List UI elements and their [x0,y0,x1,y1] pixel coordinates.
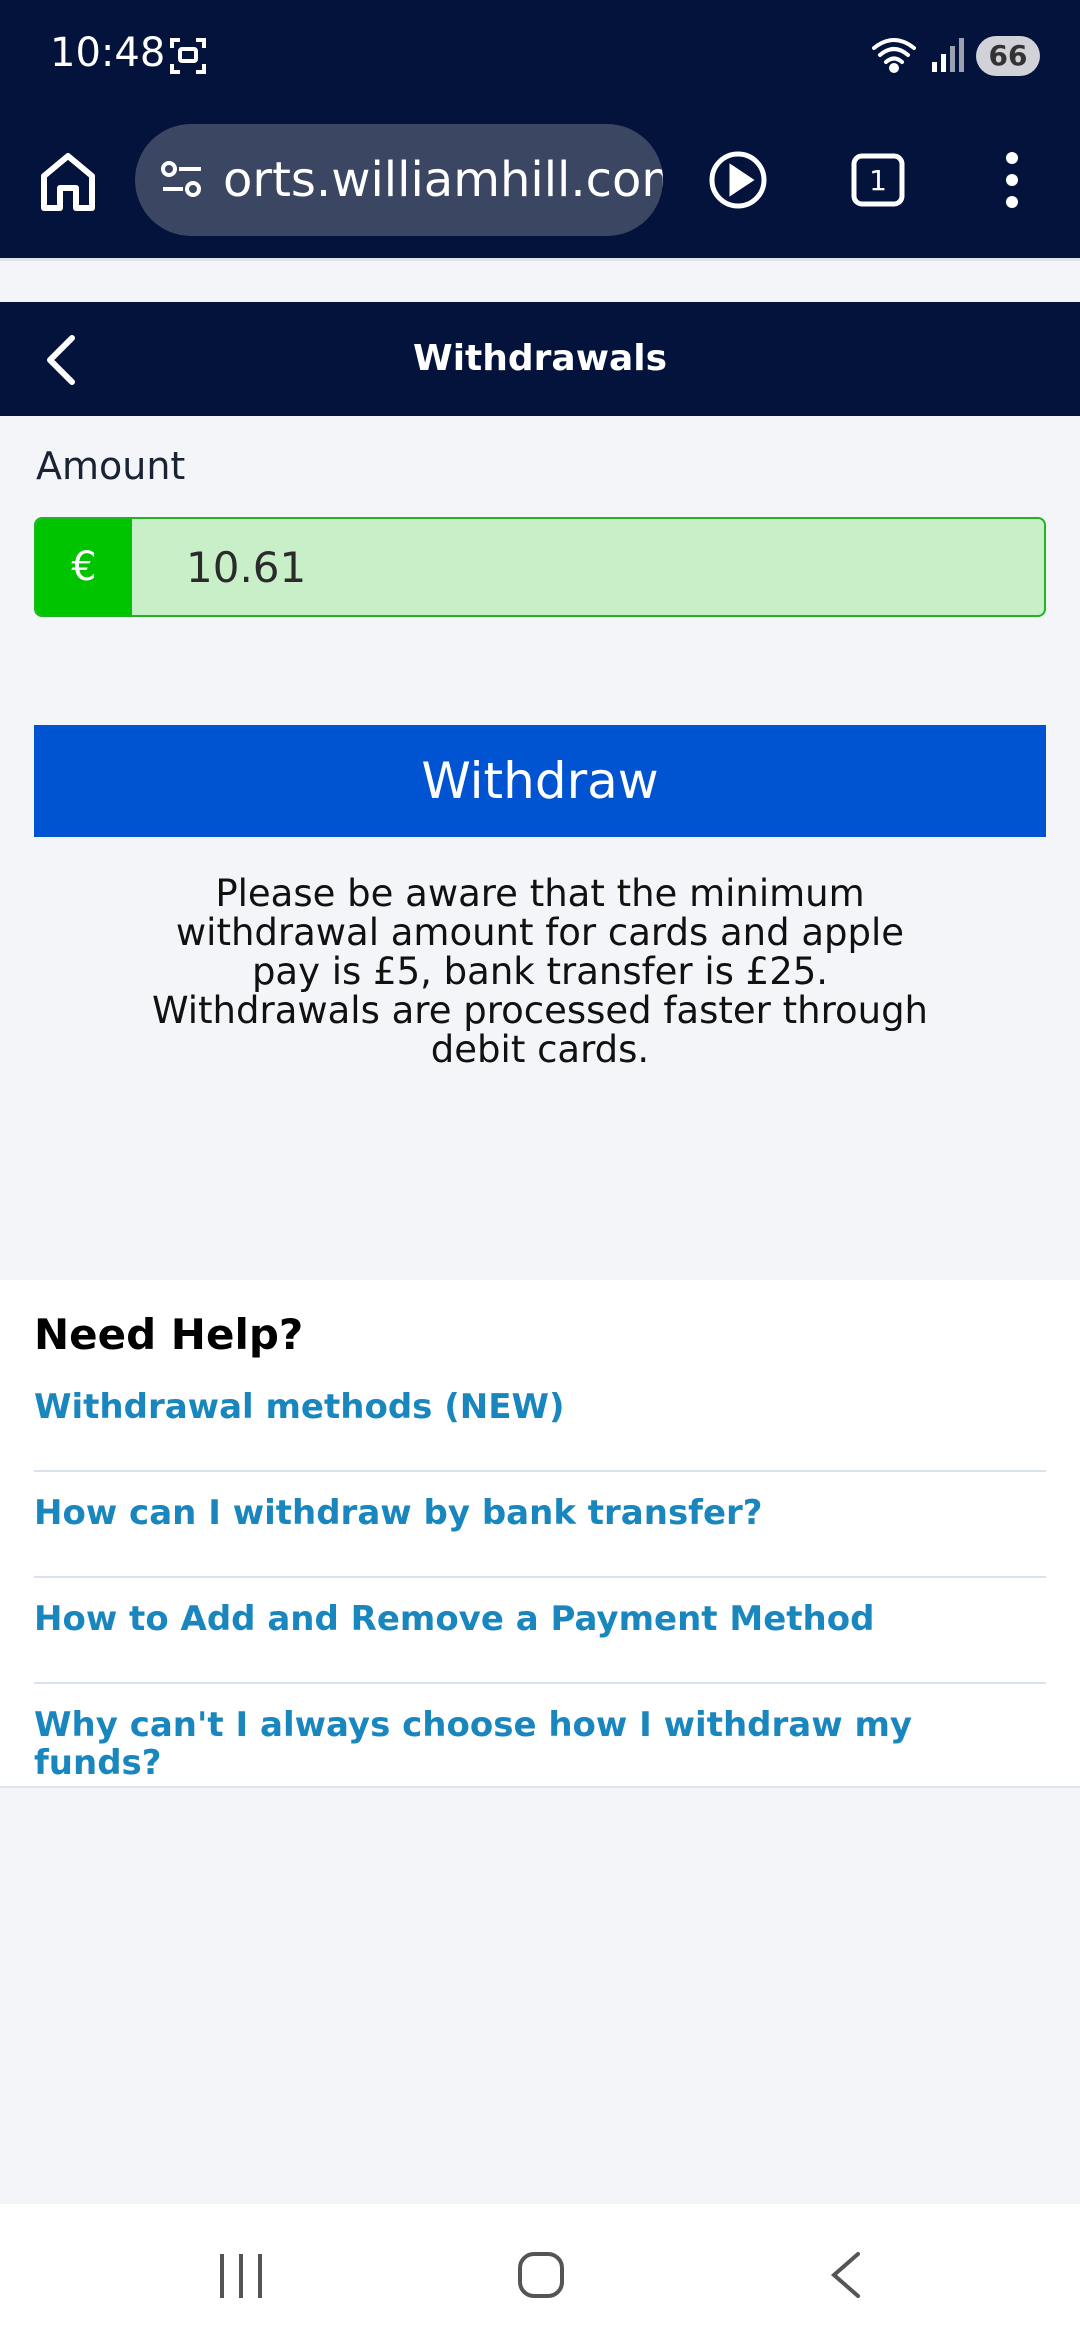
currency-symbol: € [36,519,132,615]
help-link-payment-method[interactable]: How to Add and Remove a Payment Method [34,1562,1046,1668]
system-nav-bar [0,2204,1080,2340]
amount-input[interactable] [132,519,1044,615]
help-link-bank-transfer[interactable]: How can I withdraw by bank transfer? [34,1456,1046,1562]
screenshot-icon [168,36,208,81]
home-icon[interactable] [38,150,98,219]
help-link-label: How to Add and Remove a Payment Method [34,1599,875,1639]
recents-icon[interactable] [218,2252,264,2305]
page-header: Withdrawals [0,302,1080,416]
withdrawal-notice: Please be aware that the minimum withdra… [151,872,929,1071]
home-nav-icon[interactable] [516,2250,566,2305]
help-link-label: Why can't I always choose how I withdraw… [34,1705,913,1783]
help-link-label: Withdrawal methods (NEW) [34,1387,565,1427]
status-time: 10:48 [50,30,166,76]
back-nav-icon[interactable] [826,2250,866,2305]
help-panel: Need Help? Withdrawal methods (NEW) How … [0,1280,1080,1788]
url-text: orts.williamhill.com [223,152,663,208]
signal-icon [930,34,970,79]
browser-toolbar: orts.williamhill.com 1 [0,112,1080,258]
amount-field: € [34,517,1046,617]
battery-icon: 66 [976,36,1040,76]
site-settings-icon[interactable] [157,154,209,211]
page-title: Withdrawals [412,338,668,379]
help-link-withdrawal-methods[interactable]: Withdrawal methods (NEW) [34,1350,1046,1456]
tab-count: 1 [869,164,887,197]
wifi-icon [870,34,922,79]
more-vert-icon[interactable] [996,150,1028,215]
play-icon[interactable] [706,148,770,217]
help-link-label: How can I withdraw by bank transfer? [34,1493,763,1533]
amount-label: Amount [36,444,186,488]
withdraw-button[interactable]: Withdraw [34,725,1046,837]
tabs-icon[interactable]: 1 [850,152,906,213]
page-top-strip [0,258,1080,302]
address-bar[interactable]: orts.williamhill.com [135,124,663,236]
status-bar: 10:48 66 [0,0,1080,112]
help-link-withdraw-funds[interactable]: Why can't I always choose how I withdraw… [34,1668,1046,1782]
